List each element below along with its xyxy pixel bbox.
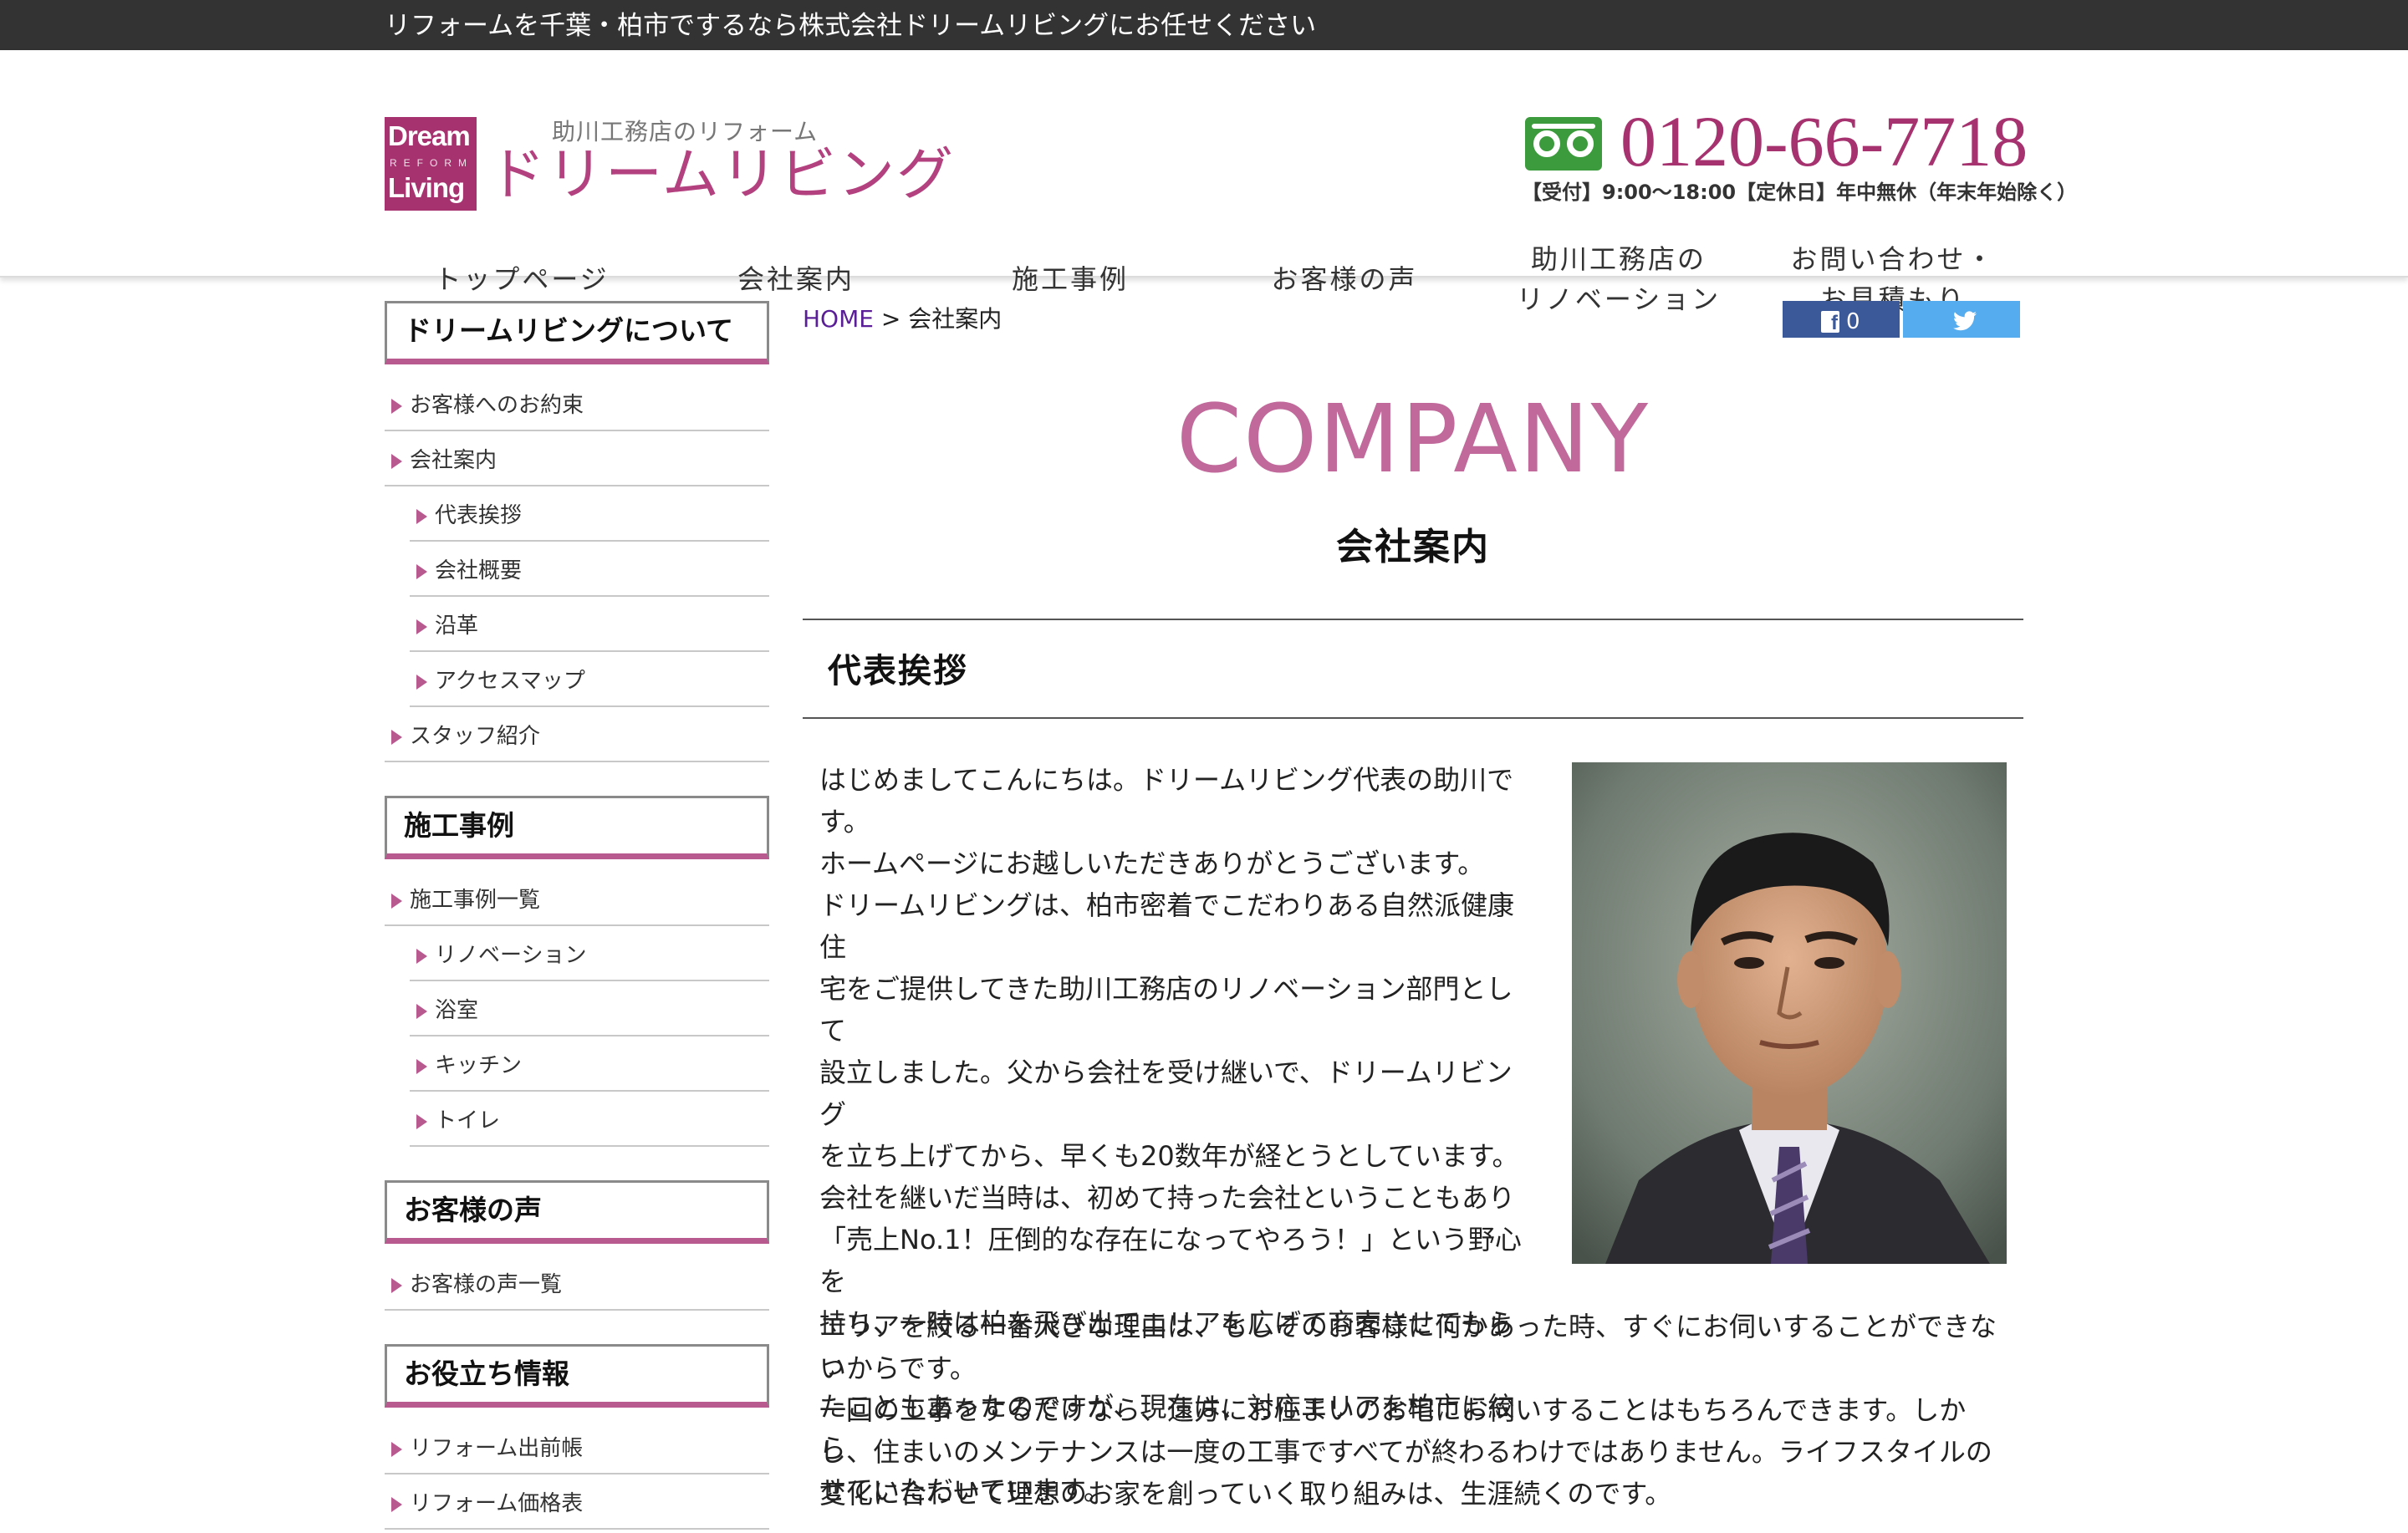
phone-number: 0120-66-7718	[1620, 101, 2028, 181]
sidebar-heading: お役立ち情報	[385, 1344, 769, 1408]
twitter-share-button[interactable]	[1903, 301, 2020, 338]
sidebar-item-reform-book[interactable]: リフォーム出前帳	[385, 1419, 769, 1474]
top-banner-text: リフォームを千葉・柏市でするなら株式会社ドリームリビングにお任せください	[385, 11, 1317, 41]
site-header: Dream REFORM Living 助川工務店のリフォーム ドリームリビング…	[0, 50, 2408, 315]
facebook-share-count: 0	[1846, 309, 1860, 334]
sidebar-item-renovation[interactable]: リノベーション	[410, 926, 769, 981]
phone-contact[interactable]: 0120-66-7718 【受付】9:00〜18:00【定休日】年中無休（年末年…	[1522, 105, 2077, 209]
page-title: COMPANY	[1176, 385, 1650, 494]
section-heading: 代表挨拶	[828, 652, 968, 690]
logo-name: ドリームリビング	[488, 142, 955, 208]
sidebar-item-promise[interactable]: お客様へのお約束	[385, 376, 769, 431]
ceo-portrait-image	[1572, 762, 2007, 1264]
section-divider	[803, 717, 2023, 719]
sidebar-item-price-list[interactable]: リフォーム価格表	[385, 1474, 769, 1530]
sidebar-item-company[interactable]: 会社案内	[385, 431, 769, 486]
sidebar-item-history[interactable]: 沿革	[410, 597, 769, 652]
sidebar-item-works-list[interactable]: 施工事例一覧	[385, 871, 769, 926]
site-logo[interactable]: Dream REFORM Living 助川工務店のリフォーム ドリームリビング	[385, 114, 953, 214]
section-divider	[803, 619, 2023, 620]
sidebar-item-overview[interactable]: 会社概要	[410, 542, 769, 597]
sidebar: ドリームリビングについて お客様へのお約束 会社案内 代表挨拶 会社概要 沿革 …	[385, 301, 769, 1530]
facebook-icon: f	[1821, 311, 1839, 334]
freedial-icon	[1525, 117, 1602, 171]
facebook-share-button[interactable]: f 0	[1783, 301, 1900, 338]
nav-voice[interactable]: お客様の声	[1207, 234, 1482, 324]
nav-renovation[interactable]: 助川工務店の リノベーション	[1482, 234, 1756, 324]
logo-mark: Dream REFORM Living	[385, 117, 477, 211]
breadcrumb: HOME > 会社案内	[803, 305, 1002, 333]
greeting-text-continued: エリアを絞る一番大きな理由は、もしそのお客様に何かあった時、すぐにお伺いすること…	[819, 1311, 1997, 1510]
sidebar-item-access[interactable]: アクセスマップ	[410, 652, 769, 707]
sidebar-item-kitchen[interactable]: キッチン	[410, 1036, 769, 1092]
page-subtitle: 会社案内	[1336, 526, 1490, 568]
top-banner: リフォームを千葉・柏市でするなら株式会社ドリームリビングにお任せください	[0, 0, 2408, 50]
sidebar-item-toilet[interactable]: トイレ	[410, 1092, 769, 1147]
sidebar-item-greeting[interactable]: 代表挨拶	[410, 486, 769, 542]
breadcrumb-current: 会社案内	[908, 305, 1002, 333]
business-hours: 【受付】9:00〜18:00【定休日】年中無休（年末年始除く）	[1522, 181, 2078, 204]
twitter-icon	[1953, 311, 1977, 331]
sidebar-heading: 施工事例	[385, 796, 769, 859]
sidebar-item-voice-list[interactable]: お客様の声一覧	[385, 1255, 769, 1311]
breadcrumb-home-link[interactable]: HOME	[803, 305, 874, 333]
sidebar-item-staff[interactable]: スタッフ紹介	[385, 707, 769, 762]
sidebar-item-bathroom[interactable]: 浴室	[410, 981, 769, 1036]
sidebar-heading: お客様の声	[385, 1180, 769, 1244]
sidebar-heading: ドリームリビングについて	[385, 301, 769, 364]
